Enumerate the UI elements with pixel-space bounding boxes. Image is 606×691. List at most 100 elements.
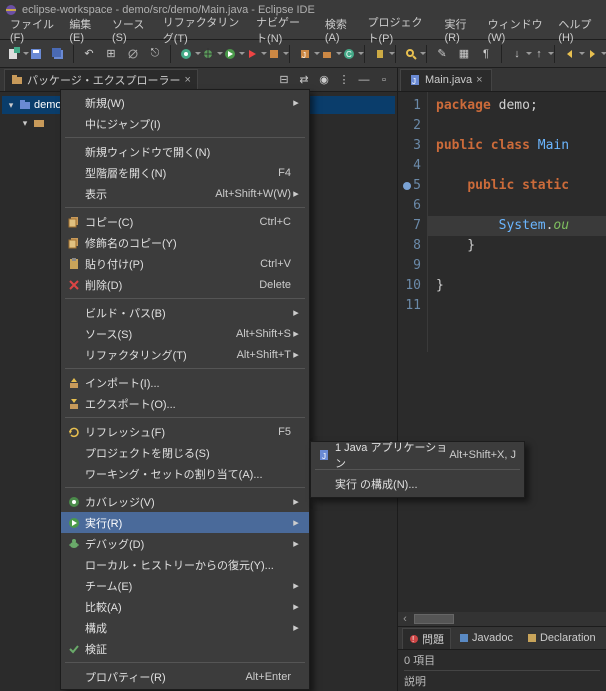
context-submenu-run[interactable]: J1 Java アプリケーションAlt+Shift+X, J 実行 の構成(N).… xyxy=(310,441,525,498)
tab-declaration[interactable]: Declaration xyxy=(521,630,602,646)
open-task-button[interactable] xyxy=(370,44,390,64)
menu-ヘルプh[interactable]: ヘルプ(H) xyxy=(552,14,602,46)
menu-item[interactable]: リファクタリング(T)Alt+Shift+T▸ xyxy=(61,344,309,365)
menu-item[interactable]: コピー(C)Ctrl+C xyxy=(61,211,309,232)
menu-item[interactable]: デバッグ(D)▸ xyxy=(61,533,309,554)
focus-icon[interactable]: ◉ xyxy=(315,71,333,89)
menu-item[interactable]: 比較(A)▸ xyxy=(61,596,309,617)
menu-item[interactable]: 中にジャンプ(I) xyxy=(61,113,309,134)
menu-separator xyxy=(65,662,305,663)
project-icon xyxy=(18,98,32,112)
menu-編集e[interactable]: 編集(E) xyxy=(63,14,104,46)
menu-label: 中にジャンプ(I) xyxy=(83,116,291,132)
link-editor-icon[interactable]: ⇄ xyxy=(295,71,313,89)
expand-icon[interactable]: ▾ xyxy=(20,118,30,129)
submenu-item[interactable]: J1 Java アプリケーションAlt+Shift+X, J xyxy=(311,444,524,466)
new-package-button[interactable] xyxy=(317,44,337,64)
toggle-mark-button[interactable]: ✎ xyxy=(432,44,452,64)
toggle-block-button[interactable]: ▦ xyxy=(454,44,474,64)
horizontal-scrollbar[interactable]: ‹ xyxy=(398,612,606,626)
view-menu-icon[interactable]: ⋮ xyxy=(335,71,353,89)
paste-icon xyxy=(65,256,83,272)
menu-item[interactable]: チーム(E)▸ xyxy=(61,575,309,596)
minimize-icon[interactable]: — xyxy=(355,71,373,89)
menu-item[interactable]: 構成▸ xyxy=(61,617,309,638)
menu-ファイルf[interactable]: ファイル(F) xyxy=(4,14,61,46)
package-explorer-tab[interactable]: パッケージ・エクスプローラー × xyxy=(4,69,198,91)
expand-icon[interactable]: ▾ xyxy=(6,100,16,111)
collapse-all-icon[interactable]: ⊟ xyxy=(275,71,293,89)
menu-item[interactable]: 新規ウィンドウで開く(N) xyxy=(61,141,309,162)
menu-item[interactable]: 実行(R)▸ xyxy=(61,512,309,533)
close-icon[interactable]: × xyxy=(184,74,190,86)
new-class-button[interactable]: C xyxy=(339,44,359,64)
close-icon[interactable]: × xyxy=(476,74,482,86)
menu-item[interactable]: ソース(S)Alt+Shift+S▸ xyxy=(61,323,309,344)
menu-label: ビルド・パス(B) xyxy=(83,305,291,321)
run-last-button[interactable] xyxy=(242,44,262,64)
menu-label: 新規(W) xyxy=(83,95,291,111)
code-content[interactable]: package demo; public class Main public s… xyxy=(428,92,606,352)
prev-annotation-button[interactable]: ↑ xyxy=(529,44,549,64)
menu-検索a[interactable]: 検索(A) xyxy=(319,14,360,46)
menu-item[interactable]: インポート(I)... xyxy=(61,372,309,393)
line-gutter[interactable]: 1234567891011 xyxy=(398,92,428,352)
menu-プロジェクトp[interactable]: プロジェクト(P) xyxy=(362,12,437,48)
run-button[interactable] xyxy=(220,44,240,64)
menu-shortcut: Ctrl+C xyxy=(260,216,291,228)
menu-item[interactable]: 削除(D)Delete xyxy=(61,274,309,295)
editor-tab-main[interactable]: J Main.java × xyxy=(400,69,492,91)
menu-label: コピー(C) xyxy=(83,214,260,230)
save-button[interactable] xyxy=(26,44,46,64)
show-ws-button[interactable]: ¶ xyxy=(476,44,496,64)
submenu-item[interactable]: 実行 の構成(N)... xyxy=(311,473,524,495)
package-src-icon xyxy=(32,116,46,130)
menu-リファクタリングt[interactable]: リファクタリング(T) xyxy=(157,12,248,48)
external-tools-button[interactable] xyxy=(264,44,284,64)
next-annotation-button[interactable]: ↓ xyxy=(507,44,527,64)
menu-ソースs[interactable]: ソース(S) xyxy=(106,14,155,46)
scroll-left-icon[interactable]: ‹ xyxy=(398,613,412,625)
scroll-thumb[interactable] xyxy=(414,614,454,624)
menu-item[interactable]: ワーキング・セットの割り当て(A)... xyxy=(61,463,309,484)
tab-javadoc[interactable]: Javadoc xyxy=(453,630,519,646)
skip-breakpoints-button[interactable] xyxy=(123,44,143,64)
menu-item[interactable]: プロパティー(R)Alt+Enter xyxy=(61,666,309,687)
menu-item[interactable]: ビルド・パス(B)▸ xyxy=(61,302,309,323)
back-button[interactable] xyxy=(560,44,580,64)
menu-item[interactable]: 貼り付け(P)Ctrl+V xyxy=(61,253,309,274)
save-all-button[interactable] xyxy=(48,44,68,64)
menu-item[interactable]: プロジェクトを閉じる(S) xyxy=(61,442,309,463)
undo-icon[interactable]: ↶ xyxy=(79,44,99,64)
menu-item[interactable]: 型階層を開く(N)F4 xyxy=(61,162,309,183)
search-button[interactable] xyxy=(401,44,421,64)
code-editor[interactable]: 1234567891011 package demo; public class… xyxy=(398,92,606,352)
menu-実行r[interactable]: 実行(R) xyxy=(438,14,479,46)
menu-item[interactable]: エクスポート(O)... xyxy=(61,393,309,414)
menu-item[interactable]: 検証 xyxy=(61,638,309,659)
menu-item[interactable]: ローカル・ヒストリーからの復元(Y)... xyxy=(61,554,309,575)
menu-label: 構成 xyxy=(83,620,291,636)
new-button[interactable] xyxy=(4,44,24,64)
maximize-icon[interactable]: ▫ xyxy=(375,71,393,89)
menu-item[interactable]: リフレッシュ(F)F5 xyxy=(61,421,309,442)
declaration-icon xyxy=(527,633,537,643)
forward-button[interactable] xyxy=(582,44,602,64)
context-menu[interactable]: 新規(W)▸ 中にジャンプ(I) 新規ウィンドウで開く(N)型階層を開く(N)F4表… xyxy=(60,89,310,690)
tab-problems[interactable]: ! 問題 xyxy=(402,628,451,649)
tab-label: Declaration xyxy=(540,632,596,644)
menu-ウィンドウw[interactable]: ウィンドウ(W) xyxy=(482,14,551,46)
menu-item[interactable]: カバレッジ(V)▸ xyxy=(61,491,309,512)
menu-ナビゲートn[interactable]: ナビゲート(N) xyxy=(250,12,317,48)
coverage-button[interactable] xyxy=(176,44,196,64)
open-type-button[interactable]: ⊞ xyxy=(101,44,121,64)
menu-label: 比較(A) xyxy=(83,599,291,615)
menu-item[interactable]: 新規(W)▸ xyxy=(61,92,309,113)
tab-label: 問題 xyxy=(422,631,444,647)
problems-column[interactable]: 説明 xyxy=(404,670,600,689)
pin-button[interactable]: ⎋ xyxy=(145,44,165,64)
menu-item[interactable]: 表示Alt+Shift+W(W)▸ xyxy=(61,183,309,204)
new-java-button[interactable]: J xyxy=(295,44,315,64)
debug-button[interactable] xyxy=(198,44,218,64)
menu-item[interactable]: 修飾名のコピー(Y) xyxy=(61,232,309,253)
